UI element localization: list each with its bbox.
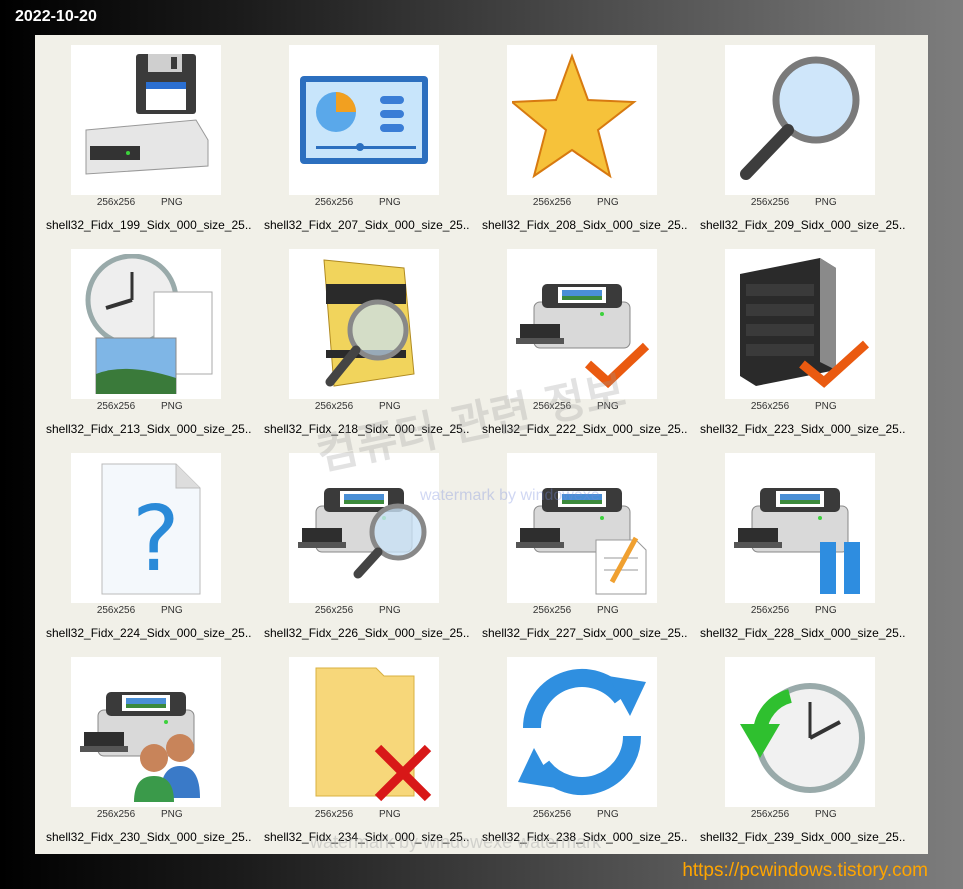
icon-format: PNG [597, 809, 619, 820]
icon-meta: 256x256 PNG [71, 605, 221, 616]
icon-dimensions: 256x256 [532, 605, 572, 616]
icon-filename[interactable]: shell32_Fidx_208_Sidx_000_size_25... [482, 218, 687, 232]
icon-format: PNG [379, 197, 401, 208]
icon-dimensions: 256x256 [314, 809, 354, 820]
svg-text:?: ? [132, 487, 180, 592]
icon-meta: 256x256 PNG [71, 401, 221, 412]
icon-dimensions: 256x256 [532, 197, 572, 208]
book-search-icon[interactable] [289, 249, 439, 399]
control-panel-icon[interactable] [289, 45, 439, 195]
icon-format: PNG [597, 605, 619, 616]
icon-tile[interactable]: 256x256 PNG shell32_Fidx_230_Sidx_000_si… [46, 647, 256, 847]
star-icon[interactable] [507, 45, 657, 195]
icon-filename[interactable]: shell32_Fidx_207_Sidx_000_size_25... [264, 218, 469, 232]
icon-tile[interactable]: 256x256 PNG shell32_Fidx_238_Sidx_000_si… [482, 647, 692, 847]
icon-dimensions: 256x256 [532, 809, 572, 820]
icon-filename[interactable]: shell32_Fidx_223_Sidx_000_size_25... [700, 422, 905, 436]
icon-dimensions: 256x256 [96, 809, 136, 820]
icon-format: PNG [815, 401, 837, 412]
icon-tile[interactable]: 256x256 PNG shell32_Fidx_213_Sidx_000_si… [46, 239, 256, 439]
icon-filename[interactable]: shell32_Fidx_199_Sidx_000_size_25... [46, 218, 251, 232]
icon-tile[interactable]: 256x256 PNG shell32_Fidx_223_Sidx_000_si… [700, 239, 910, 439]
printer-pause-icon[interactable] [725, 453, 875, 603]
icon-dimensions: 256x256 [314, 605, 354, 616]
icon-meta: 256x256 PNG [289, 197, 439, 208]
printer-document-icon[interactable] [507, 453, 657, 603]
folder-delete-icon[interactable] [289, 657, 439, 807]
icon-dimensions: 256x256 [96, 401, 136, 412]
icon-filename[interactable]: shell32_Fidx_228_Sidx_000_size_25... [700, 626, 905, 640]
icon-tile[interactable]: 256x256 PNG shell32_Fidx_234_Sidx_000_si… [264, 647, 474, 847]
icon-tile[interactable]: 256x256 PNG shell32_Fidx_207_Sidx_000_si… [264, 35, 474, 235]
magnifier-icon[interactable] [725, 45, 875, 195]
icon-meta: 256x256 PNG [71, 197, 221, 208]
icon-filename[interactable]: shell32_Fidx_226_Sidx_000_size_25... [264, 626, 469, 640]
footer-url[interactable]: https://pcwindows.tistory.com [682, 860, 928, 882]
icon-filename[interactable]: shell32_Fidx_224_Sidx_000_size_25... [46, 626, 251, 640]
icon-tile[interactable]: 256x256 PNG shell32_Fidx_226_Sidx_000_si… [264, 443, 474, 643]
icon-tile[interactable]: 256x256 PNG shell32_Fidx_199_Sidx_000_si… [46, 35, 256, 235]
icon-tile[interactable]: 256x256 PNG shell32_Fidx_228_Sidx_000_si… [700, 443, 910, 643]
unknown-file-icon[interactable]: ? [71, 453, 221, 603]
icon-meta: 256x256 PNG [725, 197, 875, 208]
server-check-icon[interactable] [725, 249, 875, 399]
printer-search-icon[interactable] [289, 453, 439, 603]
clock-documents-icon[interactable] [71, 249, 221, 399]
icon-format: PNG [161, 401, 183, 412]
icon-dimensions: 256x256 [314, 197, 354, 208]
icon-dimensions: 256x256 [96, 197, 136, 208]
icon-meta: 256x256 PNG [507, 605, 657, 616]
icon-dimensions: 256x256 [750, 809, 790, 820]
icon-tile[interactable]: 256x256 PNG shell32_Fidx_239_Sidx_000_si… [700, 647, 910, 847]
icon-format: PNG [379, 809, 401, 820]
watermark-english: watermark by windowexe [420, 487, 600, 504]
icon-format: PNG [815, 605, 837, 616]
icon-filename[interactable]: shell32_Fidx_213_Sidx_000_size_25... [46, 422, 251, 436]
icon-meta: 256x256 PNG [725, 401, 875, 412]
icon-format: PNG [815, 809, 837, 820]
icon-tile[interactable]: 256x256 PNG shell32_Fidx_208_Sidx_000_si… [482, 35, 692, 235]
icon-filename[interactable]: shell32_Fidx_227_Sidx_000_size_25... [482, 626, 687, 640]
icon-dimensions: 256x256 [750, 605, 790, 616]
icon-format: PNG [161, 809, 183, 820]
icon-filename[interactable]: shell32_Fidx_239_Sidx_000_size_25... [700, 830, 905, 844]
icon-meta: 256x256 PNG [725, 809, 875, 820]
icon-meta: 256x256 PNG [725, 605, 875, 616]
icon-meta: 256x256 PNG [507, 809, 657, 820]
icon-filename[interactable]: shell32_Fidx_209_Sidx_000_size_25... [700, 218, 905, 232]
icon-dimensions: 256x256 [750, 197, 790, 208]
icon-format: PNG [161, 605, 183, 616]
icon-tile[interactable]: 256x256 PNG shell32_Fidx_227_Sidx_000_si… [482, 443, 692, 643]
icon-format: PNG [379, 605, 401, 616]
icon-meta: 256x256 PNG [507, 197, 657, 208]
icon-meta: 256x256 PNG [289, 809, 439, 820]
icon-dimensions: 256x256 [750, 401, 790, 412]
icon-filename[interactable]: shell32_Fidx_230_Sidx_000_size_25... [46, 830, 251, 844]
icon-tile[interactable]: ? 256x256 PNG shell32_Fidx_224_Sidx_000_… [46, 443, 256, 643]
clock-back-icon[interactable] [725, 657, 875, 807]
watermark-bottom: watermark by windowexe watermark [310, 832, 602, 852]
refresh-arrows-icon[interactable] [507, 657, 657, 807]
icon-format: PNG [815, 197, 837, 208]
icon-format: PNG [161, 197, 183, 208]
date-label: 2022-10-20 [15, 8, 97, 25]
icon-format: PNG [597, 197, 619, 208]
icon-meta: 256x256 PNG [71, 809, 221, 820]
icon-tile[interactable]: 256x256 PNG shell32_Fidx_209_Sidx_000_si… [700, 35, 910, 235]
drive-floppy-icon[interactable] [71, 45, 221, 195]
icon-meta: 256x256 PNG [289, 605, 439, 616]
printer-users-icon[interactable] [71, 657, 221, 807]
icon-dimensions: 256x256 [96, 605, 136, 616]
